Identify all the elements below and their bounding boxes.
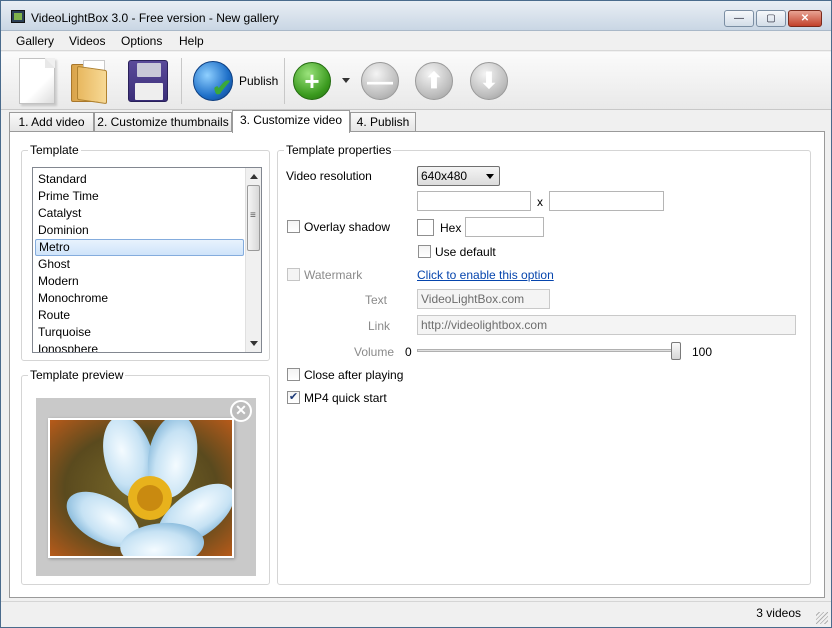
volume-max-label: 100 xyxy=(692,345,713,359)
template-preview-group: Template preview ✕ xyxy=(21,368,270,585)
scroll-up-arrow-icon[interactable] xyxy=(250,174,258,179)
close-after-playing-label: Close after playing xyxy=(304,368,404,382)
window-title: VideoLightBox 3.0 - Free version - New g… xyxy=(31,11,279,25)
app-film-icon xyxy=(11,10,25,23)
video-resolution-label: Video resolution xyxy=(286,169,372,183)
remove-icon[interactable]: — xyxy=(361,62,399,100)
volume-slider-thumb[interactable] xyxy=(671,342,681,360)
template-list-item[interactable]: Catalyst xyxy=(35,205,244,222)
tab-customize-video[interactable]: 3. Customize video xyxy=(232,110,350,133)
publish-button-label[interactable]: Publish xyxy=(239,74,278,88)
watermark-link-label: Link xyxy=(368,319,391,333)
template-preview-title: Template preview xyxy=(28,368,126,382)
open-folder-icon[interactable] xyxy=(71,60,111,105)
volume-slider-track[interactable] xyxy=(417,349,681,352)
shadow-color-swatch[interactable] xyxy=(417,219,434,236)
resize-grip-icon[interactable] xyxy=(816,612,828,624)
preview-frame: ✕ xyxy=(36,398,256,576)
template-list-item[interactable]: Metro xyxy=(35,239,244,256)
save-disk-icon[interactable] xyxy=(128,60,168,102)
template-list-item[interactable]: Monochrome xyxy=(35,290,244,307)
scroll-thumb[interactable] xyxy=(247,185,260,251)
template-group-title: Template xyxy=(28,143,81,157)
use-default-label: Use default xyxy=(435,245,496,259)
toolbar-separator xyxy=(181,58,182,104)
template-group: Template Ionosphere Turquoise Route Monochr… xyxy=(21,143,270,361)
preview-close-icon: ✕ xyxy=(230,400,252,422)
toolbar-separator xyxy=(284,58,285,104)
minimize-button[interactable]: — xyxy=(724,10,754,27)
maximize-button[interactable]: ▢ xyxy=(756,10,786,27)
app-window: VideoLightBox 3.0 - Free version - New g… xyxy=(0,0,832,628)
move-up-icon[interactable]: ⬆ xyxy=(415,62,453,100)
overlay-shadow-label: Overlay shadow xyxy=(304,220,391,234)
video-resolution-select[interactable]: 640x480 xyxy=(417,166,500,186)
flower-photo-svg xyxy=(50,414,235,568)
hex-label: Hex xyxy=(440,221,462,235)
template-properties-title: Template properties xyxy=(284,143,394,157)
hex-input[interactable] xyxy=(465,217,544,237)
tab-customize-thumbnails[interactable]: 2. Customize thumbnails xyxy=(94,112,232,132)
preview-flower-image xyxy=(48,414,235,568)
template-list-item[interactable]: Ghost xyxy=(35,256,244,273)
folder-front-shape xyxy=(77,65,107,105)
height-input[interactable] xyxy=(549,191,664,211)
new-document-icon[interactable] xyxy=(19,58,55,104)
template-list-item[interactable]: Prime Time xyxy=(35,188,244,205)
watermark-checkbox[interactable] xyxy=(287,268,300,281)
template-list-scrollbar[interactable] xyxy=(245,168,261,352)
mp4-quick-start-checkbox[interactable]: ✔ xyxy=(287,391,300,404)
template-listbox[interactable]: Ionosphere Turquoise Route Monochrome Modern… xyxy=(32,167,262,353)
template-list-item[interactable]: Route xyxy=(35,307,244,324)
template-list-item[interactable]: Standard xyxy=(35,171,244,188)
enable-watermark-link[interactable]: Click to enable this option xyxy=(417,268,554,282)
video-count-status: 3 videos xyxy=(756,606,801,620)
menu-videos[interactable]: Videos xyxy=(69,34,105,48)
close-button[interactable]: ✕ xyxy=(788,10,822,27)
template-list-item[interactable]: Dominion xyxy=(35,222,244,239)
watermark-text-label: Text xyxy=(365,293,388,307)
watermark-label: Watermark xyxy=(304,268,363,282)
volume-label: Volume xyxy=(354,345,395,359)
tab-add-video[interactable]: 1. Add video xyxy=(9,112,94,132)
tab-content-panel: Template Ionosphere Turquoise Route Monochr… xyxy=(9,131,825,598)
scroll-down-arrow-icon[interactable] xyxy=(250,341,258,346)
publish-globe-icon[interactable] xyxy=(193,61,233,103)
width-input[interactable] xyxy=(417,191,531,211)
menu-help[interactable]: Help xyxy=(179,34,204,48)
menu-bar: Gallery Videos Options Help xyxy=(1,31,831,51)
tab-publish[interactable]: 4. Publish xyxy=(350,112,416,132)
move-down-icon[interactable]: ⬇ xyxy=(470,62,508,100)
volume-min-label: 0 xyxy=(405,345,412,359)
template-list-item[interactable]: Ionosphere xyxy=(35,341,244,352)
use-default-checkbox[interactable] xyxy=(418,245,431,258)
watermark-text-input[interactable]: VideoLightBox.com xyxy=(417,289,550,309)
overlay-shadow-checkbox[interactable] xyxy=(287,220,300,233)
size-separator: x xyxy=(537,195,543,209)
title-bar: VideoLightBox 3.0 - Free version - New g… xyxy=(1,1,831,31)
watermark-link-input[interactable]: http://videolightbox.com xyxy=(417,315,796,335)
menu-options[interactable]: Options xyxy=(121,34,162,48)
template-list-item[interactable]: Turquoise xyxy=(35,324,244,341)
add-icon[interactable]: + xyxy=(293,62,331,100)
menu-gallery[interactable]: Gallery xyxy=(16,34,54,48)
template-list-item[interactable]: Modern xyxy=(35,273,244,290)
close-after-playing-checkbox[interactable] xyxy=(287,368,300,381)
toolbar: Publish + — ⬆ ⬇ xyxy=(1,52,831,110)
mp4-quick-start-label: MP4 quick start xyxy=(304,391,387,405)
add-dropdown-caret-icon[interactable] xyxy=(342,78,350,83)
status-bar: 3 videos xyxy=(1,601,831,627)
